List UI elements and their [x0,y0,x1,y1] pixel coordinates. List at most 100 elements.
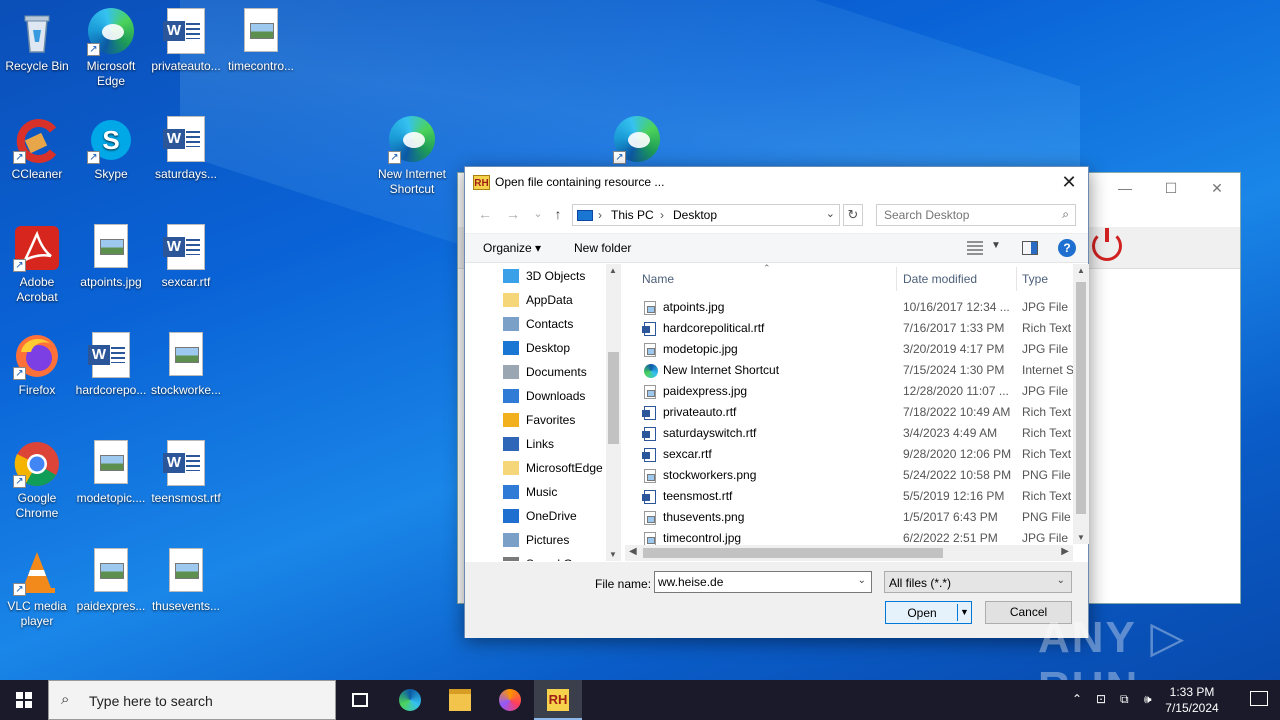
file-row[interactable]: paidexpress.jpg 12/28/2020 11:07 ... JPG F… [624,381,1074,402]
minimize-button[interactable]: — [1102,173,1148,203]
taskbar-firefox[interactable] [486,680,534,720]
chevron-down-icon[interactable]: ⌄ [826,207,835,220]
file-row[interactable]: teensmost.rtf 5/5/2019 12:16 PM Rich Text [624,486,1074,507]
desktop-icon-firefox[interactable]: ↗ Firefox [0,332,74,398]
close-icon[interactable]: ✕ [1058,171,1080,193]
desktop-icon-edge-partial[interactable]: ↗ [600,116,674,167]
view-options-chevron-icon[interactable]: ▼ [991,240,1001,251]
chevron-down-icon[interactable]: ⌄ [1057,575,1065,586]
desktop-icon-vlc[interactable]: ↗ VLC media player [0,548,74,629]
desktop-icon-skype[interactable]: S ↗ Skype [74,116,148,182]
desktop-icon-ccleaner[interactable]: ↗ CCleaner [0,116,74,182]
tree-item[interactable]: Pictures [503,529,613,551]
file-row[interactable]: privateauto.rtf 7/18/2022 10:49 AM Rich Te… [624,402,1074,423]
scroll-up-icon[interactable]: ▲ [1077,266,1085,275]
column-divider[interactable] [1016,267,1017,291]
breadcrumb-this-pc[interactable]: This PC [611,208,654,222]
desktop-icon-timecontrol[interactable]: timecontro... [224,8,298,74]
clock[interactable]: 1:33 PM 7/15/2024 [1162,684,1222,716]
desktop-icon-new-internet-shortcut[interactable]: ↗ New Internet Shortcut [375,116,449,197]
file-row[interactable]: atpoints.jpg 10/16/2017 12:34 ... JPG File [624,297,1074,318]
tree-item[interactable]: Contacts [503,313,613,335]
file-row[interactable]: saturdayswitch.rtf 3/4/2023 4:49 AM Rich T… [624,423,1074,444]
file-row[interactable]: New Internet Shortcut 7/15/2024 1:30 PM In… [624,360,1074,381]
file-name-input[interactable] [655,572,845,592]
maximize-button[interactable]: ☐ [1148,173,1194,203]
organize-menu-button[interactable]: Organize ▾ [483,241,541,255]
desktop-icon-adobe-acrobat[interactable]: ↗ Adobe Acrobat [0,224,74,305]
tree-item[interactable]: OneDrive [503,505,613,527]
column-divider[interactable] [896,267,897,291]
taskbar-resource-hacker[interactable]: RH [534,680,582,720]
scroll-down-icon[interactable]: ▼ [609,550,617,559]
column-header-name[interactable]: Name [642,272,674,286]
file-row[interactable]: thusevents.png 1/5/2017 6:43 PM PNG File [624,507,1074,528]
new-folder-button[interactable]: New folder [574,241,631,255]
file-list-horizontal-scrollbar[interactable]: ◀ ▶ [625,545,1073,561]
scroll-right-icon[interactable]: ▶ [1061,546,1069,557]
recent-locations-chevron-icon[interactable]: ⌄ [527,204,549,224]
tree-item[interactable]: Links [503,433,613,455]
desktop-icon-sexcar[interactable]: W sexcar.rtf [149,224,223,290]
up-arrow-icon[interactable]: ↑ [547,204,569,224]
file-type-filter-select[interactable]: All files (*.*) ⌄ [884,571,1072,593]
tree-item[interactable]: Documents [503,361,613,383]
desktop-icon-paidexpress[interactable]: paidexpres... [74,548,148,614]
column-header-type[interactable]: Type [1022,272,1048,286]
file-list-vertical-scrollbar[interactable]: ▲ ▼ [1073,264,1089,544]
search-input[interactable] [877,205,1047,225]
back-arrow-icon[interactable]: ← [474,204,496,224]
desktop-icon-modetopic[interactable]: modetopic.... [74,440,148,506]
desktop-icon-atpoints[interactable]: atpoints.jpg [74,224,148,290]
preview-pane-icon[interactable] [1022,241,1038,255]
scroll-thumb[interactable] [608,352,619,444]
help-icon[interactable]: ? [1058,239,1076,257]
taskbar-search-box[interactable]: ⌕ Type here to search [48,680,336,720]
search-box[interactable]: ⌕ [876,204,1076,226]
address-bar[interactable]: › This PC › Desktop ⌄ [572,204,840,226]
file-row[interactable]: hardcorepolitical.rtf 7/16/2017 1:33 PM Ri… [624,318,1074,339]
power-icon[interactable] [1092,228,1122,261]
volume-icon[interactable]: 🕪 [1144,692,1152,707]
file-name-combobox[interactable]: ⌄ [654,571,872,593]
scroll-thumb[interactable] [643,548,943,558]
tree-item[interactable]: Downloads [503,385,613,407]
taskbar-file-explorer[interactable] [436,680,484,720]
open-options-dropdown-icon[interactable]: ▼ [957,604,971,621]
refresh-icon[interactable]: ↻ [843,204,863,226]
scroll-thumb[interactable] [1076,282,1086,514]
file-row[interactable]: modetopic.jpg 3/20/2019 4:17 PM JPG File [624,339,1074,360]
breadcrumb-desktop[interactable]: Desktop [673,208,717,222]
network-status-icon[interactable]: ⊡ [1096,692,1106,706]
tree-item[interactable]: 3D Objects [503,265,613,287]
tree-item[interactable]: Saved Games [503,553,613,561]
change-view-icon[interactable] [967,241,983,255]
network-icon[interactable]: ⧉ [1120,692,1129,707]
tree-item[interactable]: MicrosoftEdge [503,457,613,479]
taskbar-edge[interactable] [386,680,434,720]
tree-item[interactable]: AppData [503,289,613,311]
notification-center-icon[interactable] [1250,691,1268,706]
start-button[interactable] [0,680,48,720]
desktop-icon-teensmost[interactable]: W teensmost.rtf [149,440,223,506]
tree-scrollbar[interactable]: ▲ ▼ [606,264,621,561]
close-button[interactable]: ✕ [1194,173,1240,203]
desktop-icon-hardcorepolitical[interactable]: W hardcorepo... [74,332,148,398]
forward-arrow-icon[interactable]: → [502,204,524,224]
desktop-icon-privateauto[interactable]: W privateauto... [149,8,223,74]
tree-item[interactable]: Favorites [503,409,613,431]
desktop-icon-recycle-bin[interactable]: Recycle Bin [0,8,74,74]
desktop-icon-google-chrome[interactable]: ↗ Google Chrome [0,440,74,521]
scroll-down-icon[interactable]: ▼ [1077,533,1085,542]
desktop-icon-stockworkers[interactable]: stockworke... [149,332,223,398]
desktop-icon-microsoft-edge[interactable]: ↗ Microsoft Edge [74,8,148,89]
open-button[interactable]: Open ▼ [885,601,972,624]
file-row[interactable]: sexcar.rtf 9/28/2020 12:06 PM Rich Text [624,444,1074,465]
scroll-left-icon[interactable]: ◀ [629,546,637,557]
chevron-down-icon[interactable]: ⌄ [858,575,866,586]
scroll-up-icon[interactable]: ▲ [609,266,617,275]
show-hidden-icons-chevron-icon[interactable]: ⌃ [1072,692,1082,706]
tree-item[interactable]: Music [503,481,613,503]
file-row[interactable]: stockworkers.png 5/24/2022 10:58 PM PNG Fi… [624,465,1074,486]
desktop-icon-thusevents[interactable]: thusevents... [149,548,223,614]
